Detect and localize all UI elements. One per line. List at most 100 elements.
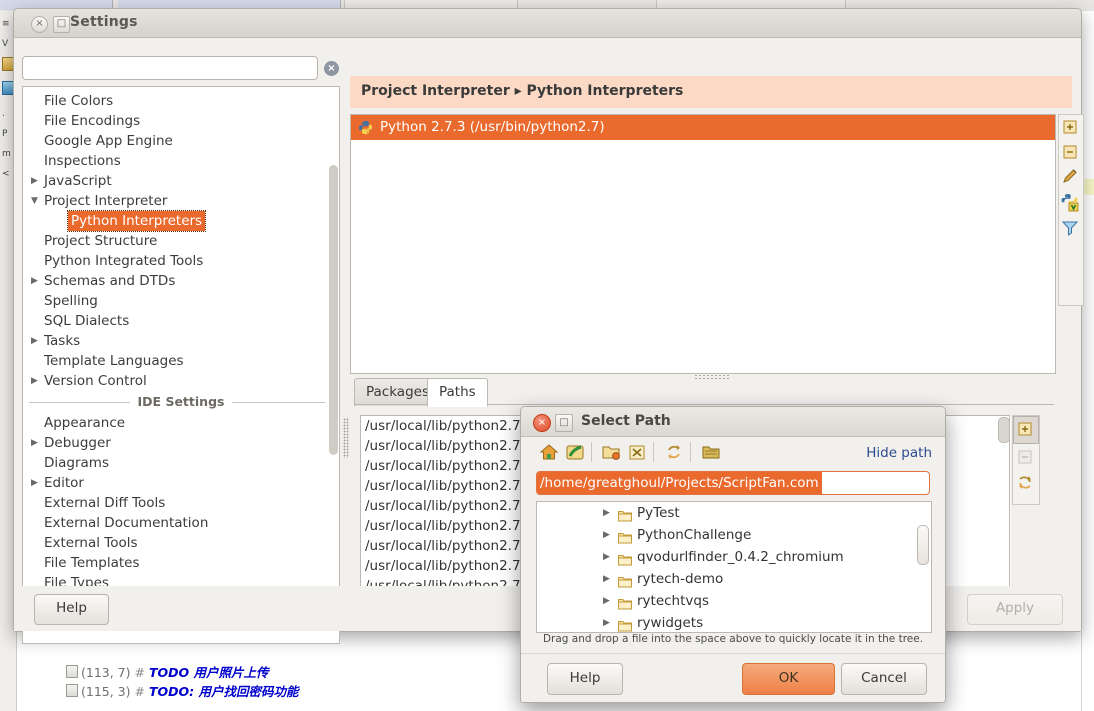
new-folder-icon[interactable] [601,442,621,462]
sidebar-item[interactable]: ▼ Project Interpreter [23,191,339,211]
dialog-toolbar: Hide path [521,436,945,469]
interpreter-row[interactable]: Python 2.7.3 (/usr/bin/python2.7) [351,115,1055,140]
sidebar-item-label: File Encodings [44,113,141,129]
chevron-right-icon[interactable]: ▶ [603,502,613,524]
clear-icon[interactable]: × [324,61,339,76]
edit-icon[interactable] [1059,165,1081,190]
file-tree-row[interactable]: ▶ PythonChallenge [537,524,931,546]
chevron-right-icon[interactable]: ▶ [603,612,613,632]
home-icon[interactable] [539,442,559,462]
sidebar-item[interactable]: Project Structure [23,231,339,251]
sidebar-item[interactable]: Spelling [23,291,339,311]
sidebar-item-label: Appearance [44,415,126,431]
search-input[interactable] [22,56,318,80]
sidebar-item[interactable]: File Colors [23,91,339,111]
chevron-down-icon[interactable]: ▼ [31,191,41,211]
sidebar-item-label: Project Interpreter [44,193,168,209]
remove-icon [1013,444,1037,470]
reload-icon[interactable] [1013,470,1037,496]
sidebar-item[interactable]: External Diff Tools [23,493,339,513]
project-root-icon[interactable] [565,442,585,462]
sidebar-item-label: External Tools [44,535,138,551]
sidebar-item[interactable]: ▶ Schemas and DTDs [23,271,339,291]
todo-position: (115, 3) [81,684,131,699]
sidebar-item[interactable]: Template Languages [23,351,339,371]
dialog-title: Select Path [581,413,671,429]
dialog-tree-scrollbar[interactable] [917,525,929,565]
chevron-right-icon[interactable]: ▶ [603,590,613,612]
help-button[interactable]: Help [34,594,109,625]
close-icon[interactable]: × [31,16,48,33]
chevron-right-icon[interactable]: ▶ [31,473,41,493]
show-hidden-icon[interactable] [701,442,721,462]
add-icon[interactable] [1059,115,1081,140]
sidebar-item[interactable]: SQL Dialects [23,311,339,331]
sidebar-item-label: SQL Dialects [44,313,130,329]
todo-file-icon [66,665,78,678]
chevron-right-icon[interactable]: ▶ [31,171,41,191]
sidebar-item[interactable]: Inspections [23,151,339,171]
sidebar-item-label: Editor [44,475,84,491]
folder-icon [618,551,632,566]
close-icon[interactable]: × [533,414,551,432]
refresh-icon[interactable] [664,442,684,462]
todo-row[interactable]: (113, 7) # TODO 用户照片上传 [66,662,268,681]
sidebar-item-label: Spelling [44,293,98,309]
dialog-titlebar[interactable]: × □ Select Path [521,407,945,437]
chevron-right-icon[interactable]: ▶ [31,331,41,351]
settings-titlebar[interactable]: × □ Settings [14,9,1081,38]
file-tree-label: PythonChallenge [637,527,752,543]
file-tree-row[interactable]: ▶ PyTest [537,502,931,524]
sidebar-item[interactable]: ▶ Version Control [23,371,339,391]
sidebar-item[interactable]: File Templates [23,553,339,573]
chevron-right-icon[interactable]: ▶ [603,546,613,568]
remove-icon[interactable] [1059,140,1081,165]
maximize-icon[interactable]: □ [555,414,573,432]
sidebar-item[interactable]: ▶ Debugger [23,433,339,453]
chevron-right-icon[interactable]: ▶ [31,433,41,453]
maximize-icon[interactable]: □ [53,16,70,33]
todo-hash: # [134,665,145,680]
sidebar-item[interactable]: Python Integrated Tools [23,251,339,271]
add-icon[interactable] [1013,416,1039,444]
sidebar-item[interactable]: ▶ JavaScript [23,171,339,191]
paths-toolbar [1012,415,1040,505]
sidebar-item[interactable]: ▶ Editor [23,473,339,493]
sidebar-item-label: Inspections [44,153,121,169]
interpreter-list[interactable]: Python 2.7.3 (/usr/bin/python2.7) [350,114,1056,374]
file-tree-row[interactable]: ▶ rywidgets [537,612,931,632]
settings-tree[interactable]: File Colors File Encodings Google App Engi… [22,86,340,644]
chevron-right-icon[interactable]: ▶ [31,271,41,291]
dialog-help-button[interactable]: Help [547,663,623,695]
tab-paths[interactable]: Paths [427,378,488,407]
sidebar-item[interactable]: Python Interpreters [23,210,339,232]
python-venv-icon[interactable] [1059,190,1081,215]
sidebar-item[interactable]: Google App Engine [23,131,339,151]
todo-row[interactable]: (115, 3) # TODO: 用户找回密码功能 [66,681,298,700]
delete-icon[interactable] [627,442,647,462]
breadcrumb: Project Interpreter ▸ Python Interpreter… [350,76,1072,108]
filter-icon[interactable] [1059,215,1081,240]
sidebar-item[interactable]: Appearance [23,413,339,433]
tree-scrollbar[interactable] [329,165,338,455]
sidebar-item[interactable]: External Tools [23,533,339,553]
paths-scrollbar[interactable] [998,417,1010,443]
path-input[interactable]: /home/greatghoul/Projects/ScriptFan.com [536,471,930,495]
sidebar-item[interactable]: File Encodings [23,111,339,131]
chevron-right-icon[interactable]: ▶ [603,568,613,590]
sidebar-item[interactable]: Diagrams [23,453,339,473]
hide-path-link[interactable]: Hide path [866,445,932,461]
file-tree-row[interactable]: ▶ qvodurlfinder_0.4.2_chromium [537,546,931,568]
sidebar-item[interactable]: ▶ Tasks [23,331,339,351]
cancel-button[interactable]: Cancel [841,663,927,695]
dialog-file-tree[interactable]: ▶ PyTest ▶ PythonChallenge ▶ qvodurlfinder_0.… [536,501,932,633]
breadcrumb-parent[interactable]: Project Interpreter [361,83,510,99]
ok-button[interactable]: OK [742,663,835,695]
sidebar-item[interactable]: External Documentation [23,513,339,533]
window-title: Settings [70,14,138,30]
file-tree-row[interactable]: ▶ rytechtvqs [537,590,931,612]
chevron-right-icon[interactable]: ▶ [31,371,41,391]
chevron-right-icon[interactable]: ▶ [603,524,613,546]
file-tree-label: PyTest [637,505,680,521]
file-tree-row[interactable]: ▶ rytech-demo [537,568,931,590]
